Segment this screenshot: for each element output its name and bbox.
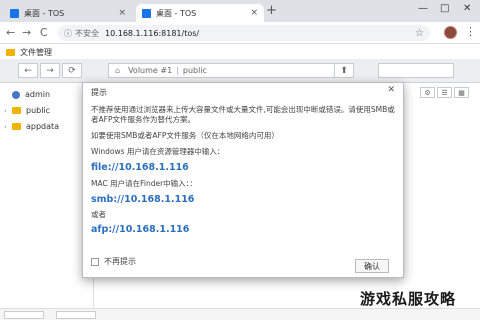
folder-icon (12, 123, 21, 130)
user-icon (12, 90, 20, 99)
back-arrow-icon[interactable]: ← (6, 26, 15, 40)
confirm-button[interactable]: 确认 (355, 259, 389, 273)
path-breadcrumb[interactable]: ⌂ Volume #1 | public (108, 63, 354, 78)
watermark-text: 游戏私服攻略 (360, 290, 457, 308)
minimize-icon[interactable]: — (418, 3, 428, 14)
windows-label: Windows 用户请在资源管理器中输入： (91, 147, 225, 156)
warning-text: 不推荐使用通过浏览器来上传大容量文件或大量文件,可能会出现中断或错误。请使用SM… (91, 105, 395, 124)
dialog-title: 提示 (91, 87, 107, 97)
grid-view-button[interactable]: ▦ (454, 87, 469, 98)
app-title: 文件管理 (20, 47, 52, 57)
tab-close-icon[interactable]: × (118, 8, 126, 18)
dialog-close-icon[interactable]: ✕ (387, 85, 395, 95)
url-text: 10.168.1.116:8181/tos/ (105, 28, 200, 38)
or-label: 或者 (91, 210, 106, 219)
mac-label: MAC 用户请在Finder中输入：： (91, 179, 197, 188)
browser-menu-icon[interactable]: ⋮ (465, 25, 476, 38)
status-strip (0, 308, 480, 320)
forward-button[interactable]: → (40, 63, 60, 78)
breadcrumb-public[interactable]: public (183, 66, 207, 75)
status-cell (4, 311, 44, 319)
sidebar-item-appdata[interactable]: › appdata (4, 122, 59, 131)
up-level-button[interactable]: ⬆ (334, 63, 354, 78)
search-input[interactable] (378, 63, 454, 78)
sidebar-item-public[interactable]: › public (4, 106, 50, 115)
url-field[interactable]: ⓘ 不安全 10.168.1.116:8181/tos/ ☆ (58, 25, 430, 41)
browser-tab-active[interactable]: 桌面 - TOS × (136, 4, 264, 22)
profile-avatar[interactable] (444, 26, 457, 39)
maximize-icon[interactable]: □ (440, 3, 449, 14)
refresh-button[interactable]: ⟳ (62, 63, 82, 78)
dont-show-again-checkbox[interactable]: 不再提示 (91, 256, 136, 267)
folder-icon (6, 48, 15, 56)
sidebar-item-label: admin (25, 90, 51, 99)
file-toolbar: ← → ⟳ ⌂ Volume #1 | public ⬆ (0, 59, 480, 83)
breadcrumb-separator: | (176, 66, 179, 75)
window-close-icon[interactable]: ✕ (463, 3, 471, 14)
back-button[interactable]: ← (18, 63, 38, 78)
sidebar-item-label: public (26, 106, 51, 115)
afp-link[interactable]: afp://10.168.1.116 (91, 225, 397, 235)
tab-title: 桌面 - TOS (156, 8, 197, 18)
windows-link[interactable]: file://10.168.1.116 (91, 163, 397, 173)
warning-icon: ⓘ (64, 28, 72, 38)
dialog-body: 不推荐使用通过浏览器来上传大容量文件或大量文件,可能会出现中断或错误。请使用SM… (91, 105, 397, 235)
reload-icon[interactable]: C (40, 26, 48, 40)
bookmark-star-icon[interactable]: ☆ (415, 28, 424, 39)
chevron-right-icon[interactable]: › (4, 123, 12, 131)
tos-favicon-icon (142, 8, 151, 18)
new-tab-button[interactable]: + (266, 4, 277, 18)
tos-favicon-icon (10, 8, 19, 18)
sidebar-item-label: appdata (26, 122, 60, 131)
checkbox-label: 不再提示 (104, 257, 136, 266)
forward-arrow-icon[interactable]: → (22, 26, 31, 40)
browser-tab-bar: 桌面 - TOS × 桌面 - TOS × + — □ ✕ (0, 0, 480, 22)
smb-link[interactable]: smb://10.168.1.116 (91, 195, 397, 205)
tab-close-icon[interactable]: × (250, 8, 258, 18)
list-view-button[interactable]: ☰ (437, 87, 452, 98)
home-icon[interactable]: ⌂ (115, 66, 120, 75)
app-title-bar: 文件管理 (0, 45, 480, 59)
intro-text: 如要使用SMB或者AFP文件服务（仅在本地网络内可用） (91, 131, 279, 140)
checkbox-box[interactable] (91, 257, 99, 266)
chevron-right-icon[interactable]: › (4, 107, 12, 115)
tab-title: 桌面 - TOS (24, 8, 65, 18)
breadcrumb-volume[interactable]: Volume #1 (128, 66, 172, 75)
sidebar-item-admin[interactable]: admin (4, 90, 50, 99)
browser-tab[interactable]: 桌面 - TOS × (4, 4, 132, 22)
security-label: 不安全 (75, 28, 99, 38)
address-bar-row: ← → C ⓘ 不安全 10.168.1.116:8181/tos/ ☆ ⋮ (0, 22, 480, 44)
dialog-header: 提示 (83, 83, 403, 101)
folder-icon (12, 107, 21, 114)
status-cell (56, 311, 96, 319)
upload-tip-dialog: 提示 ✕ 不推荐使用通过浏览器来上传大容量文件或大量文件,可能会出现中断或错误。… (82, 82, 404, 278)
settings-view-button[interactable]: ⚙ (420, 87, 435, 98)
sidebar: admin › public › appdata (0, 84, 94, 320)
